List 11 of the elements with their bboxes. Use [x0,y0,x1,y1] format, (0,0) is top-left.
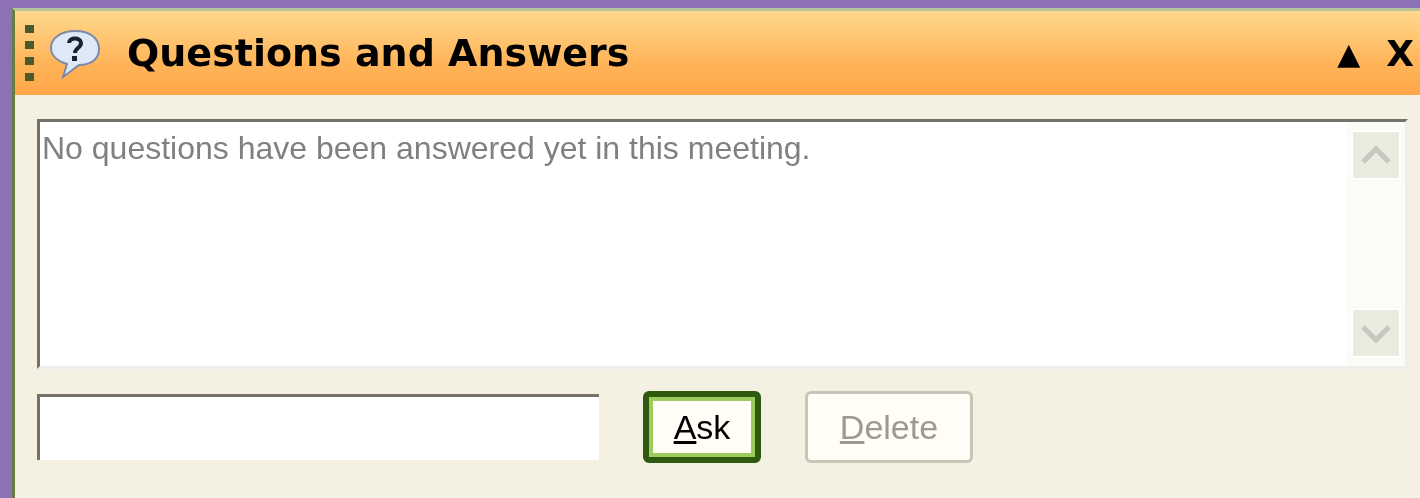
grip-icon[interactable] [25,25,35,81]
collapse-button[interactable]: ▲ [1331,35,1367,71]
empty-message: No questions have been answered yet in this meeting. [41,129,812,168]
panel-title: Questions and Answers [127,31,630,75]
scroll-down-icon[interactable] [1351,308,1401,358]
question-input-field[interactable] [37,394,599,460]
action-button[interactable]: Ask [643,391,761,463]
scrollbar[interactable] [1347,122,1405,366]
close-button[interactable]: X [1380,32,1420,74]
scroll-up-icon[interactable] [1351,130,1401,180]
speech-bubble-question-icon [49,27,101,79]
